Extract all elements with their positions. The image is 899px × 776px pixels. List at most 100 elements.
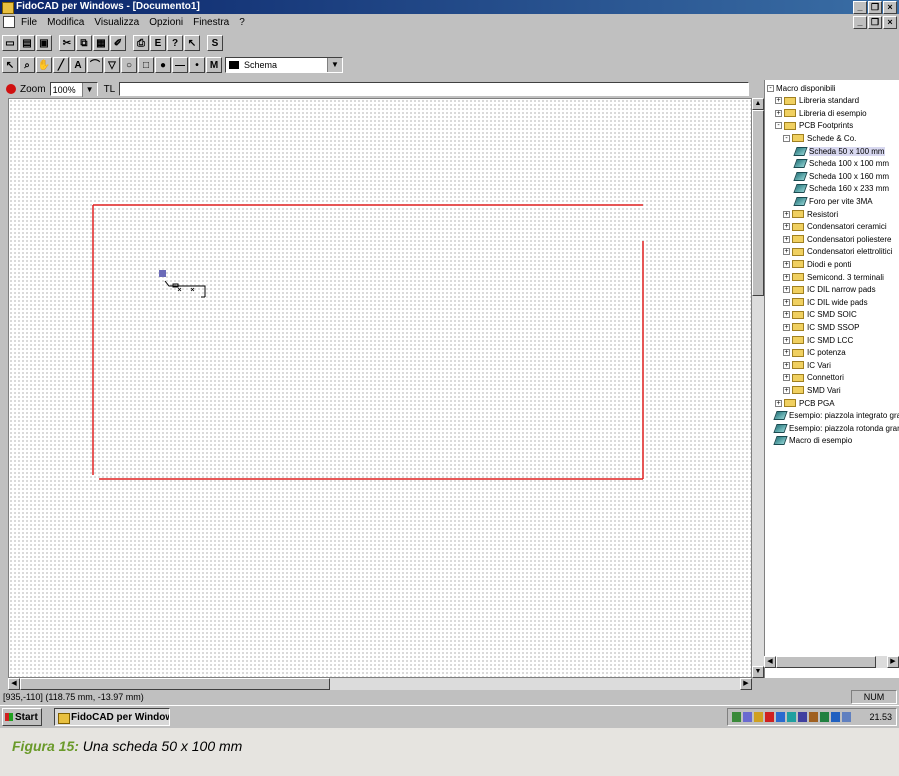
expand-icon[interactable]: + xyxy=(783,248,790,256)
text-input[interactable] xyxy=(119,82,750,96)
tree-folder-item[interactable]: - PCB Footprints xyxy=(775,120,853,132)
dot-icon[interactable]: ● xyxy=(155,57,171,73)
tree-macro-item[interactable]: Esempio: piazzola integrato gran xyxy=(773,410,899,422)
scroll-up-icon[interactable]: ▲ xyxy=(752,98,764,110)
menu-file[interactable]: File xyxy=(21,17,37,28)
expand-icon[interactable]: + xyxy=(783,311,790,319)
scroll-left-icon[interactable]: ◀ xyxy=(764,656,776,668)
tree-macro-item[interactable]: Macro di esempio xyxy=(773,435,852,447)
expand-icon[interactable]: + xyxy=(783,260,790,268)
hand-pan-icon[interactable]: ✋ xyxy=(36,57,52,73)
pad-icon[interactable]: • xyxy=(189,57,205,73)
selection-handle[interactable] xyxy=(159,270,166,277)
tree-folder-item[interactable]: + IC SMD LCC xyxy=(783,334,853,346)
taskbar-item-fidocad[interactable]: FidoCAD per Window... xyxy=(54,708,170,726)
horizontal-scrollbar[interactable]: ◀ ▶ xyxy=(8,678,752,690)
copy-icon[interactable]: ⧉ xyxy=(76,35,92,51)
scroll-left-icon[interactable]: ◀ xyxy=(8,678,20,690)
tray-icon[interactable] xyxy=(809,712,818,722)
tree-folder-item[interactable]: + Resistori xyxy=(783,208,838,220)
tree-folder-item[interactable]: + IC SMD SOIC xyxy=(783,309,857,321)
menu-help[interactable]: ? xyxy=(239,17,245,28)
rectangle-icon[interactable]: □ xyxy=(138,57,154,73)
tray-icon[interactable] xyxy=(787,712,796,722)
close-button[interactable]: × xyxy=(883,1,897,14)
tray-icon[interactable] xyxy=(776,712,785,722)
tray-icon[interactable] xyxy=(732,712,741,722)
expand-icon[interactable]: + xyxy=(783,336,790,344)
restore-button[interactable]: ❐ xyxy=(868,1,882,14)
tree-folder-item[interactable]: + IC Vari xyxy=(783,359,831,371)
tree-folder-item[interactable]: + IC SMD SSOP xyxy=(783,321,859,333)
macro-tool-button[interactable]: M xyxy=(206,57,222,73)
curve-icon[interactable]: ⌒ xyxy=(87,57,103,73)
print-icon[interactable]: ⎙ xyxy=(133,35,149,51)
scroll-down-icon[interactable]: ▼ xyxy=(752,666,764,678)
tree-folder-item[interactable]: + Condensatori poliestere xyxy=(783,233,892,245)
context-help-icon[interactable]: ↖ xyxy=(184,35,200,51)
document-menu-icon[interactable] xyxy=(3,16,15,28)
tree-folder-item[interactable]: + SMD Vari xyxy=(783,384,841,396)
expand-icon[interactable]: + xyxy=(775,97,782,105)
tray-icon[interactable] xyxy=(743,712,752,722)
tree-folder-item[interactable]: + IC DIL wide pads xyxy=(783,296,868,308)
export-icon[interactable]: E xyxy=(150,35,166,51)
help-icon[interactable]: ? xyxy=(167,35,183,51)
ellipse-icon[interactable]: ○ xyxy=(121,57,137,73)
horizontal-scroll-thumb[interactable] xyxy=(20,678,330,690)
record-icon[interactable] xyxy=(6,84,16,94)
tree-scroll-thumb[interactable] xyxy=(776,656,876,668)
menu-modifica[interactable]: Modifica xyxy=(47,17,84,28)
tree-macro-item[interactable]: Scheda 100 x 160 mm xyxy=(793,170,889,182)
cut-icon[interactable]: ✂ xyxy=(59,35,75,51)
tray-icon[interactable] xyxy=(820,712,829,722)
expand-icon[interactable]: + xyxy=(783,273,790,281)
tray-icon[interactable] xyxy=(831,712,840,722)
expand-icon[interactable]: + xyxy=(783,286,790,294)
line-segment-icon[interactable]: — xyxy=(172,57,188,73)
text-tool-button[interactable]: A xyxy=(70,57,86,73)
select-arrow-icon[interactable]: ↖ xyxy=(2,57,18,73)
collapse-icon[interactable]: - xyxy=(775,122,782,130)
save-icon[interactable]: ▣ xyxy=(36,35,52,51)
expand-icon[interactable]: + xyxy=(783,374,790,382)
vertical-scroll-thumb[interactable] xyxy=(752,110,764,296)
collapse-icon[interactable]: - xyxy=(783,134,790,142)
line-icon[interactable]: ╱ xyxy=(53,57,69,73)
doc-restore-button[interactable]: ❐ xyxy=(868,16,882,29)
minimize-button[interactable]: _ xyxy=(853,1,867,14)
expand-icon[interactable]: + xyxy=(783,386,790,394)
scroll-right-icon[interactable]: ▶ xyxy=(887,656,899,668)
tray-icon[interactable] xyxy=(842,712,851,722)
scroll-right-icon[interactable]: ▶ xyxy=(740,678,752,690)
open-icon[interactable]: ▤ xyxy=(19,35,35,51)
zoom-select[interactable]: 100% ▼ xyxy=(49,82,98,97)
tray-icon[interactable] xyxy=(754,712,763,722)
chevron-down-icon[interactable]: ▼ xyxy=(81,83,97,97)
zoom-magnifier-icon[interactable]: ⌕ xyxy=(19,57,35,73)
tree-folder-item[interactable]: + Condensatori ceramici xyxy=(783,221,887,233)
tree-root[interactable]: - Macro disponibili xyxy=(767,82,836,94)
tree-folder-item[interactable]: + Libreria standard xyxy=(775,95,859,107)
eraser-icon[interactable]: ✐ xyxy=(110,35,126,51)
start-button[interactable]: Start xyxy=(2,708,42,726)
tray-icon[interactable] xyxy=(798,712,807,722)
tree-horizontal-scrollbar[interactable]: ◀ ▶ xyxy=(764,656,899,668)
tree-macro-item[interactable]: Scheda 160 x 233 mm xyxy=(793,183,889,195)
layer-select[interactable]: Schema ▼ xyxy=(225,57,343,73)
collapse-icon[interactable]: - xyxy=(767,84,774,92)
tree-folder-item[interactable]: - Schede & Co. xyxy=(783,132,856,144)
tree-macro-item[interactable]: Scheda 100 x 100 mm xyxy=(793,158,889,170)
polygon-icon[interactable]: ▽ xyxy=(104,57,120,73)
tree-macro-item[interactable]: Foro per vite 3MA xyxy=(793,195,873,207)
tree-folder-item[interactable]: + Connettori xyxy=(783,372,844,384)
menu-finestra[interactable]: Finestra xyxy=(193,17,229,28)
paste-icon[interactable]: ▦ xyxy=(93,35,109,51)
new-icon[interactable]: ▭ xyxy=(2,35,18,51)
doc-minimize-button[interactable]: _ xyxy=(853,16,867,29)
menu-opzioni[interactable]: Opzioni xyxy=(149,17,183,28)
snap-toggle-button[interactable]: S xyxy=(207,35,223,51)
tree-macro-item[interactable]: Esempio: piazzola rotonda granc xyxy=(773,422,899,434)
drawing-canvas[interactable] xyxy=(8,98,752,678)
expand-icon[interactable]: + xyxy=(783,349,790,357)
